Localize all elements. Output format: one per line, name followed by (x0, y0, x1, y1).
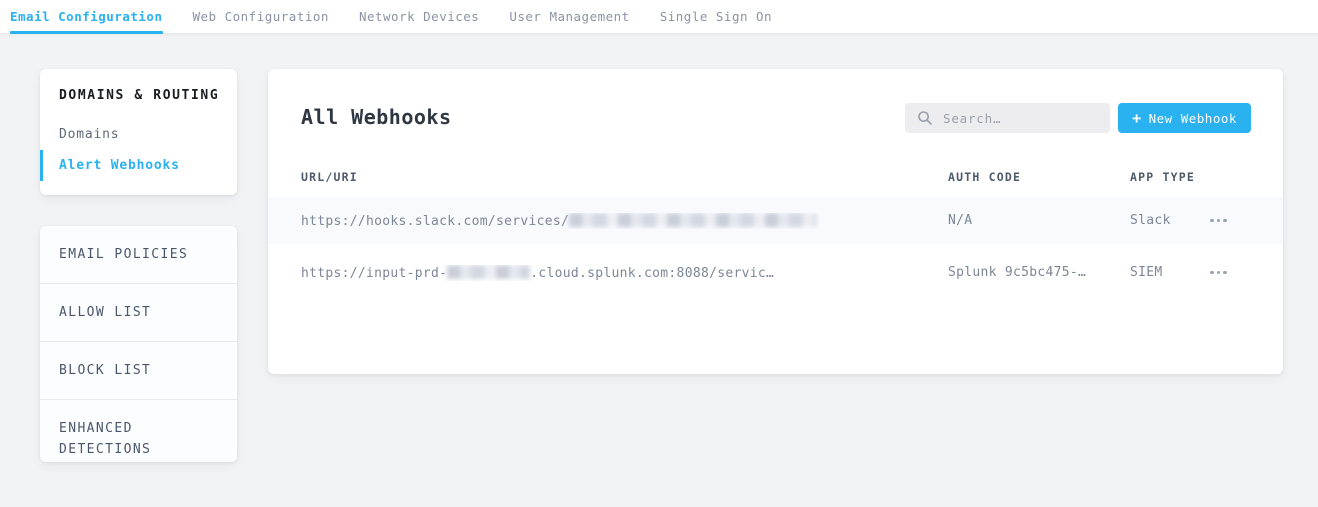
page-title: All Webhooks (301, 105, 452, 129)
webhook-url-text: https://hooks.slack.com/services/ (301, 214, 569, 229)
auth-code-cell: Splunk 9c5bc475-… (948, 265, 1130, 280)
tab-single-sign-on[interactable]: Single Sign On (660, 0, 772, 33)
tab-network-devices[interactable]: Network Devices (359, 0, 479, 33)
search-input[interactable] (905, 103, 1110, 133)
sidebar-item-alert-webhooks[interactable]: Alert Webhooks (40, 150, 237, 181)
webhook-url-cell: https://input-prd- .cloud.splunk.com:8088… (301, 265, 948, 281)
column-header-url-uri: URL/URI (301, 170, 948, 184)
new-webhook-button[interactable]: + New Webhook (1118, 103, 1251, 133)
sidebar-item-block-list[interactable]: BLOCK LIST (40, 342, 237, 400)
app-type-cell: Slack (1130, 213, 1208, 228)
routing-item-list: Domains Alert Webhooks (40, 119, 237, 181)
webhooks-panel: All Webhooks + New Webhook URL/URI AUTH … (268, 69, 1283, 374)
top-navigation: Email Configuration Web Configuration Ne… (0, 0, 1318, 34)
sidebar-item-domains[interactable]: Domains (40, 119, 237, 150)
policy-sections-card: EMAIL POLICIES ALLOW LIST BLOCK LIST ENH… (40, 226, 237, 462)
search-box (905, 103, 1110, 133)
webhook-url-suffix: .cloud.splunk.com:8088/servic… (530, 266, 774, 281)
domains-routing-heading: DOMAINS & ROUTING (40, 88, 237, 103)
webhook-url-cell: https://hooks.slack.com/services/ (301, 213, 948, 229)
ellipsis-menu-icon[interactable] (1208, 215, 1229, 227)
tab-email-configuration[interactable]: Email Configuration (10, 0, 163, 33)
redacted-url-segment (569, 213, 816, 227)
redacted-url-segment (447, 265, 530, 279)
table-header: URL/URI AUTH CODE APP TYPE (268, 170, 1283, 184)
app-type-cell: SIEM (1130, 265, 1208, 280)
column-header-app-type: APP TYPE (1130, 170, 1208, 184)
tab-web-configuration[interactable]: Web Configuration (193, 0, 329, 33)
tab-user-management[interactable]: User Management (509, 0, 629, 33)
auth-code-cell: N/A (948, 213, 1130, 228)
plus-icon: + (1132, 111, 1142, 126)
sidebar-item-enhanced-detections[interactable]: ENHANCED DETECTIONS (40, 400, 237, 462)
sidebar-item-email-policies[interactable]: EMAIL POLICIES (40, 226, 237, 284)
ellipsis-menu-icon[interactable] (1208, 267, 1229, 279)
domains-routing-card: DOMAINS & ROUTING Domains Alert Webhooks (40, 69, 237, 195)
webhook-url-text: https://input-prd- (301, 266, 447, 281)
column-header-auth-code: AUTH CODE (948, 170, 1130, 184)
table-row: https://input-prd- .cloud.splunk.com:8088… (268, 249, 1283, 296)
new-webhook-button-label: New Webhook (1149, 111, 1237, 126)
table-row: https://hooks.slack.com/services/ N/A Sl… (268, 197, 1283, 244)
sidebar-item-allow-list[interactable]: ALLOW LIST (40, 284, 237, 342)
